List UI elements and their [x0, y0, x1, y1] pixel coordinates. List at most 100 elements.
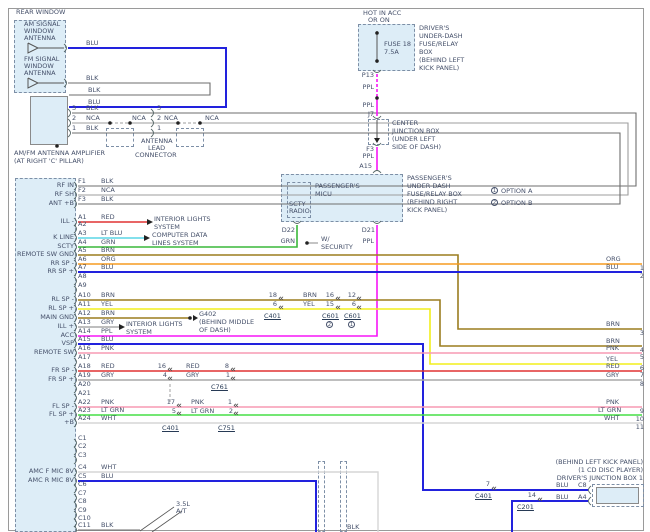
label-fuse-relay-box: FUSE/RELAY BOX — [407, 191, 462, 198]
label-ppl: PPL — [101, 328, 112, 335]
label-nca: NCA — [205, 115, 219, 122]
label-a23: A23 — [78, 407, 91, 414]
label-a16: A16 — [78, 345, 91, 352]
label-interior-lights: INTERIOR LIGHTS — [154, 216, 211, 223]
label-a15: A15 — [359, 163, 372, 170]
label-remote-sw-gnd: REMOTE SW GND — [17, 251, 74, 258]
label-wht: WHT — [101, 415, 116, 422]
label-c601: C601 — [344, 313, 361, 320]
label-scty: SCTY — [57, 243, 74, 250]
label-kick-panel: KICK PANEL) — [407, 207, 447, 214]
label-computer-data: COMPUTER DATA — [152, 232, 207, 239]
label-side-of-dash: SIDE OF DASH) — [392, 144, 441, 151]
label-c751: C751 — [218, 425, 235, 432]
label-a24: A24 — [78, 415, 91, 422]
label-3: 3 — [72, 105, 76, 112]
label-a7: A7 — [78, 264, 87, 271]
label-lt-grn: LT GRN — [191, 408, 214, 415]
label-w: W/ — [321, 236, 330, 243]
label-d21: D21 — [362, 227, 375, 234]
label-blk: BLK — [88, 87, 100, 94]
wiring-diagram: REAR WINDOWAM SIGNALWINDOWANTENNAFM SIGN… — [0, 0, 650, 532]
label-blu: BLU — [556, 482, 569, 489]
label-fr-sp: FR SP - — [51, 367, 74, 374]
label-7: 7 — [640, 372, 644, 379]
label-fl-sp-+: FL SP + — [49, 411, 74, 418]
label-a10: A10 — [78, 292, 91, 299]
label-driver-s-junction-box-1: DRIVER'S JUNCTION BOX 1 — [557, 475, 643, 482]
label-red: RED — [186, 363, 200, 370]
label-ill-+: ILL + — [57, 323, 74, 330]
label-a3: A3 — [78, 230, 87, 237]
label-pnk: PNK — [101, 345, 114, 352]
label-6: 6 — [273, 301, 277, 308]
label-org: ORG — [606, 256, 621, 263]
label-rf-in: RF IN — [57, 182, 74, 189]
label-brn: BRN — [101, 310, 115, 317]
label-d22: D22 — [282, 227, 295, 234]
label-grn: GRN — [281, 238, 295, 245]
label-of-dash: OF DASH) — [199, 327, 231, 334]
label-1: 1 — [72, 125, 76, 132]
label-blu: BLU — [556, 494, 569, 501]
label-a21: A21 — [78, 390, 91, 397]
label-c5: C5 — [78, 473, 87, 480]
option-marker-1: 1 — [491, 187, 498, 194]
label-15: 15 — [326, 301, 334, 308]
option-marker-1: 1 — [348, 321, 355, 328]
label-passenger-s: PASSENGER'S — [407, 175, 452, 182]
label-7: 7 — [486, 481, 490, 488]
label-17: 17 — [167, 399, 175, 406]
label-18: 18 — [269, 292, 277, 299]
option-marker-2: 2 — [326, 321, 333, 328]
label-a2: A2 — [78, 221, 87, 228]
label-blu: BLU — [101, 336, 114, 343]
label-brn: BRN — [101, 292, 115, 299]
label-8: 8 — [225, 363, 229, 370]
label-gry: GRY — [101, 372, 114, 379]
label-a14: A14 — [78, 328, 91, 335]
label-2: 2 — [72, 115, 76, 122]
label-passenger-s: PASSENGER'S — [315, 183, 360, 190]
label-fr-sp-+: FR SP + — [48, 376, 74, 383]
label-c11: C11 — [78, 522, 91, 529]
label-micu: MICU — [315, 191, 332, 198]
label-security: SECURITY — [321, 244, 353, 251]
label-behind-left-kick-panel: (BEHIND LEFT KICK PANEL) — [556, 459, 643, 466]
label-rear-window: REAR WINDOW — [16, 9, 65, 16]
inline-connector-break-12: « — [176, 410, 182, 419]
label-a4: A4 — [78, 239, 87, 246]
label-8: 8 — [640, 381, 644, 388]
label-12: 12 — [348, 292, 356, 299]
label-box: BOX — [419, 49, 433, 56]
label-brn: BRN — [606, 321, 620, 328]
label-a12: A12 — [78, 310, 91, 317]
inline-connector-break-4: « — [335, 304, 341, 313]
label-wht: WHT — [604, 415, 619, 422]
label-blu: BLU — [606, 264, 619, 271]
inline-connector-break-3: « — [278, 304, 284, 313]
label-pnk: PNK — [606, 345, 619, 352]
label-16: 16 — [158, 363, 166, 370]
label-k-line: K LINE — [53, 234, 74, 241]
label-acc: ACC — [61, 332, 74, 339]
label-blk: BLK — [101, 522, 113, 529]
label-2: 2 — [640, 273, 644, 280]
label-behind-middle: (BEHIND MIDDLE — [199, 319, 254, 326]
label-gry: GRY — [186, 372, 199, 379]
label-amc-f-mic-8v: AMC F MIC 8V — [29, 468, 74, 475]
label-rr-sp: RR SP - — [50, 260, 74, 267]
label-1: 1 — [228, 399, 232, 406]
label-c201: C201 — [517, 504, 534, 511]
label-layer: REAR WINDOWAM SIGNALWINDOWANTENNAFM SIGN… — [0, 0, 650, 532]
label-am-fm-antenna-amplifier: AM/FM ANTENNA AMPLIFIER — [14, 150, 105, 157]
label-c8: C8 — [78, 498, 87, 505]
label-f2: F2 — [78, 187, 86, 194]
label-a22: A22 — [78, 399, 91, 406]
label-c401: C401 — [264, 313, 281, 320]
label-brn: BRN — [303, 292, 317, 299]
label-org: ORG — [101, 256, 116, 263]
label-nca: NCA — [86, 115, 100, 122]
label-radio: RADIO — [289, 208, 310, 215]
label-blk: BLK — [86, 105, 98, 112]
